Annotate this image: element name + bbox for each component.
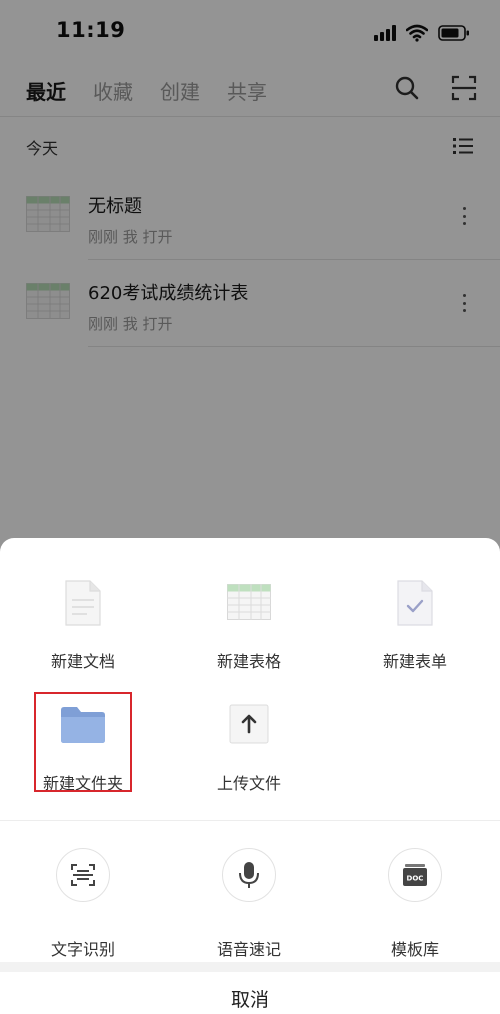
template-library-button[interactable]: DOC 模板库 <box>332 848 498 959</box>
upload-icon <box>229 704 269 744</box>
new-form-label: 新建表单 <box>382 652 447 671</box>
divider <box>0 820 500 821</box>
new-spreadsheet-label: 新建表格 <box>216 652 281 671</box>
text-recognition-button[interactable]: 文字识别 <box>0 848 166 959</box>
highlight-box <box>34 692 132 792</box>
voice-notes-button[interactable]: 语音速记 <box>166 848 332 959</box>
new-document-label: 新建文档 <box>50 652 115 671</box>
template-library-label: 模板库 <box>390 940 439 959</box>
template-badge-text: DOC <box>407 875 424 883</box>
text-scan-icon <box>56 848 110 902</box>
screen: 11:19 最近 收藏 创建 共享 今天 无标题 刚刚 我 打开 620考试成绩… <box>0 0 500 1014</box>
upload-file-button[interactable]: 上传文件 <box>166 698 332 818</box>
new-form-button[interactable]: 新建表单 <box>332 576 498 696</box>
divider <box>0 962 500 972</box>
document-icon <box>65 580 101 626</box>
text-recognition-label: 文字识别 <box>50 940 115 959</box>
template-icon: DOC <box>388 848 442 902</box>
microphone-icon <box>222 848 276 902</box>
spreadsheet-icon <box>227 584 271 620</box>
form-icon <box>397 580 433 626</box>
create-bottom-sheet: 新建文档 新建表格 新建表单 新建文件夹 上传文件 文字识别 语音速记 DOC … <box>0 538 500 1014</box>
cancel-button[interactable]: 取消 <box>0 972 500 1014</box>
new-spreadsheet-button[interactable]: 新建表格 <box>166 576 332 696</box>
new-document-button[interactable]: 新建文档 <box>0 576 166 696</box>
upload-file-label: 上传文件 <box>216 774 281 793</box>
voice-notes-label: 语音速记 <box>216 940 281 959</box>
